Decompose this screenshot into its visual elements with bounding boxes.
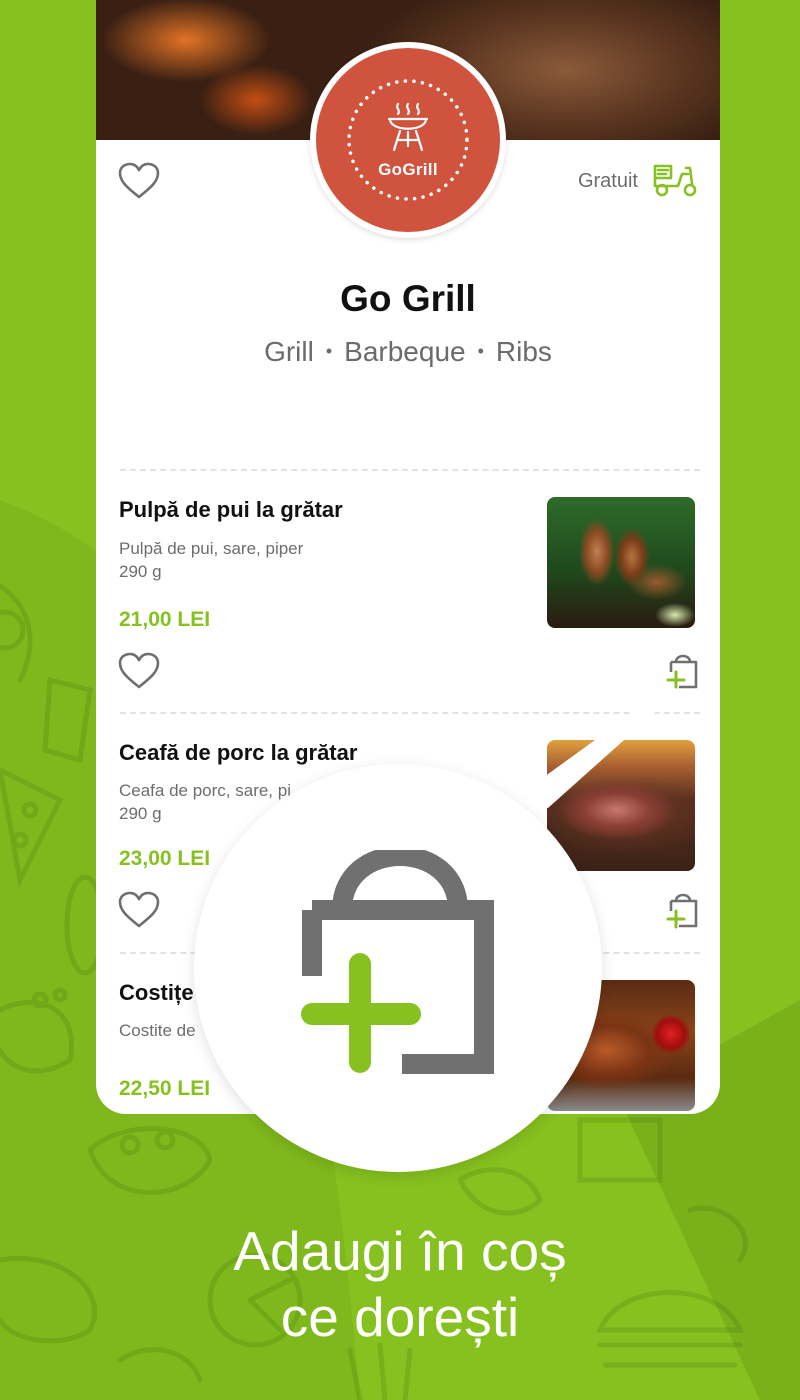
restaurant-name: Go Grill <box>340 278 476 319</box>
favorite-heart-icon[interactable] <box>118 652 160 690</box>
menu-item-name: Costițe <box>119 980 194 1005</box>
section-divider <box>120 712 700 714</box>
grill-icon <box>387 102 429 152</box>
logo-badge: GoGrill <box>316 48 500 232</box>
menu-item-price: 21,00 LEI <box>119 608 211 631</box>
add-to-cart-icon[interactable] <box>666 652 700 690</box>
restaurant-tags: Grill • Barbeque • Ribs <box>96 336 720 368</box>
zoomed-add-to-cart <box>194 764 602 1172</box>
add-to-cart-icon[interactable] <box>666 891 700 929</box>
logo-text: GoGrill <box>378 160 438 179</box>
delivery-cost-label: Gratuit <box>577 170 638 192</box>
tag-separator: • <box>477 341 484 361</box>
tag-separator: • <box>325 341 333 361</box>
restaurant-logo: GoGrill <box>310 42 506 238</box>
caption-line-1: Adaugi în coș <box>233 1220 567 1282</box>
menu-item-name: Pulpă de pui la grătar <box>119 497 343 522</box>
tag-item: Ribs <box>495 336 552 367</box>
menu-item-name: Ceafă de porc la grătar <box>119 740 358 765</box>
shopping-bag-plus-icon <box>301 850 494 1074</box>
scooter-icon <box>653 164 697 197</box>
tag-item: Grill <box>264 336 314 367</box>
promo-caption: Adaugi în coș ce dorești <box>0 1218 800 1350</box>
menu-item-ingredients: Pulpă de pui, sare, piper <box>119 539 304 558</box>
caption-line-2: ce dorești <box>280 1286 520 1348</box>
menu-item-price: 22,50 LEI <box>119 1077 211 1100</box>
section-divider <box>120 469 700 471</box>
menu-item-ingredients: Costite de <box>119 1021 196 1040</box>
menu-item-photo[interactable] <box>547 740 695 871</box>
menu-item-weight: 290 g <box>119 562 162 581</box>
menu-item-ingredients: Ceafa de porc, sare, pi <box>119 781 291 800</box>
favorite-restaurant-heart-icon[interactable] <box>118 162 160 200</box>
favorite-heart-icon[interactable] <box>118 891 160 929</box>
menu-item-weight: 290 g <box>119 804 162 823</box>
menu-item-photo[interactable] <box>547 497 695 628</box>
menu-item-price: 23,00 LEI <box>119 847 211 870</box>
tag-item: Barbeque <box>344 336 466 367</box>
